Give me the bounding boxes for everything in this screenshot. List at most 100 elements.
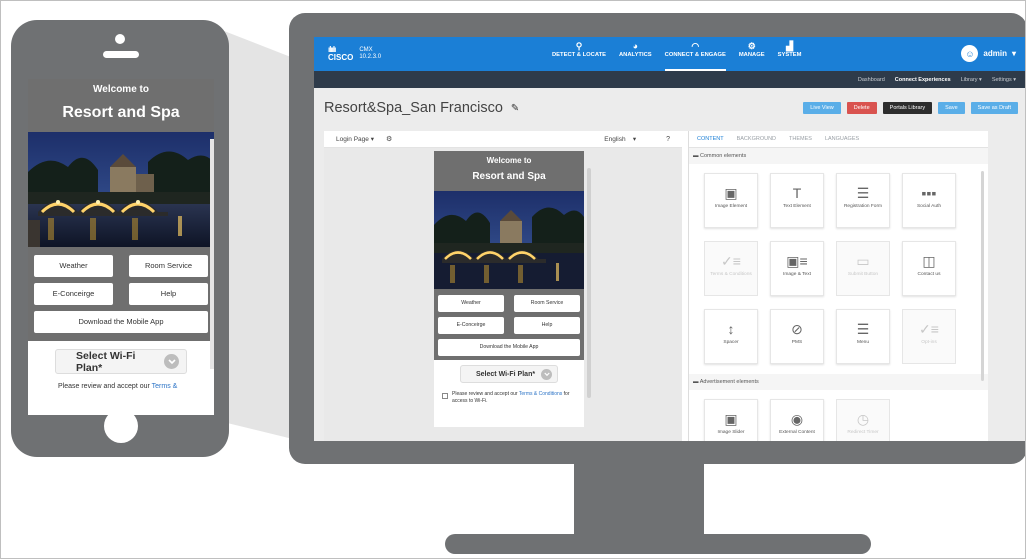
tab-background[interactable]: BACKGROUND xyxy=(737,136,776,142)
monitor-screen: ılıılı CISCO CMX 10.2.3.0 ⚲ DETECT & LOCA… xyxy=(314,37,1025,441)
element-tile-social-auth[interactable]: ▪▪▪ Social Auth xyxy=(902,173,956,228)
element-tile-terms-conditions[interactable]: ✓≡ Terms & Conditions xyxy=(704,241,758,296)
preview-terms-text: Please review and accept our Terms & Con… xyxy=(452,391,584,405)
preview-wifi-plan-label: Select Wi-Fi Plan* xyxy=(476,370,536,378)
portals-library-button[interactable]: Portals Library xyxy=(882,102,933,114)
tab-themes[interactable]: THEMES xyxy=(789,136,812,142)
preview-help-button[interactable]: Help xyxy=(514,317,580,334)
preview-canvas: Welcome to Resort and Spa Weather Room S… xyxy=(324,148,682,441)
element-tile-contact-us[interactable]: ◫ Contact us xyxy=(902,241,956,296)
weather-button[interactable]: Weather xyxy=(34,255,113,277)
nav-manage[interactable]: ⚙ MANAGE xyxy=(739,37,765,71)
element-tile-menu[interactable]: ☰ Menu xyxy=(836,309,890,364)
save-draft-button[interactable]: Save as Draft xyxy=(970,102,1018,114)
help-button[interactable]: Help xyxy=(129,283,208,305)
subnav-library[interactable]: Library ▾ xyxy=(961,77,982,83)
element-tile-redirect-timer[interactable]: ◷ Redirect Timer xyxy=(836,399,890,441)
product-name: CMX xyxy=(359,47,373,53)
phone-device: Welcome to Resort and Spa Weather Room S… xyxy=(11,20,229,457)
title-bar: Resort&Spa_San Francisco ✎ Live View Del… xyxy=(314,88,1025,128)
preview-button-panel: Weather Room Service E-Conceirge Help Do… xyxy=(434,289,584,360)
element-tile-opt-ins[interactable]: ✓≡ Opt-ins xyxy=(902,309,956,364)
elements-scrollbar[interactable] xyxy=(981,171,984,381)
nav-system[interactable]: ▟ SYSTEM xyxy=(778,37,802,71)
terms-link[interactable]: Terms & Conditions xyxy=(519,391,562,397)
preview-download-button[interactable]: Download the Mobile App xyxy=(438,339,580,356)
preview-concierge-button[interactable]: E-Conceirge xyxy=(438,317,504,334)
nav-label: CONNECT & ENGAGE xyxy=(664,52,726,58)
page-select[interactable]: Login Page ▾ xyxy=(336,135,374,143)
element-tile-text-element[interactable]: T Text Element xyxy=(770,173,824,228)
sub-nav: Dashboard Connect Experiences Library ▾ … xyxy=(314,71,1025,88)
element-tile-spacer[interactable]: ↕ Spacer xyxy=(704,309,758,364)
editor-workspace: Login Page ▾ ⚙ English ▾ ? Welcome to Re… xyxy=(324,131,988,441)
monitor-stand-neck xyxy=(574,463,704,534)
tile-label: Text Element xyxy=(783,204,811,209)
element-tile-image-element[interactable]: ▣ Image Element xyxy=(704,173,758,228)
gear-icon[interactable]: ⚙ xyxy=(386,135,392,143)
section-label: Advertisement elements xyxy=(699,379,759,385)
pencil-icon[interactable]: ✎ xyxy=(511,103,519,114)
language-select[interactable]: English ▾ xyxy=(604,135,636,143)
tile-label: Spacer xyxy=(723,340,739,345)
wifi-plan-select[interactable]: Select Wi-Fi Plan* xyxy=(55,349,187,374)
ad-elements-grid: ▣ Image Slider ◉ External Content ◷ Redirect … xyxy=(689,390,988,441)
preview-room-service-button[interactable]: Room Service xyxy=(514,295,580,312)
live-view-button[interactable]: Live View xyxy=(803,102,841,114)
terms-conditions-icon: ✓≡ xyxy=(721,253,741,269)
chevron-down-icon xyxy=(164,354,179,369)
nav-label: SYSTEM xyxy=(777,52,802,58)
preview-wifi-plan-select[interactable]: Select Wi-Fi Plan* xyxy=(460,365,558,383)
tab-languages[interactable]: LANGUAGES xyxy=(825,136,859,142)
concierge-button[interactable]: E-Conceirge xyxy=(34,283,113,305)
welcome-text: Welcome to xyxy=(93,84,149,95)
element-tile-registration-form[interactable]: ☰ Registration Form xyxy=(836,173,890,228)
home-button xyxy=(104,409,138,443)
phone-scrollbar[interactable] xyxy=(210,139,214,369)
help-icon[interactable]: ? xyxy=(666,136,670,143)
elements-pane: CONTENT BACKGROUND THEMES LANGUAGES ▬ Co… xyxy=(688,131,988,441)
terms-link[interactable]: Terms & xyxy=(152,383,178,390)
tile-label: Registration Form xyxy=(843,204,883,209)
preview-terms: Please review and accept our Terms & Con… xyxy=(442,391,584,405)
subnav-dashboard[interactable]: Dashboard xyxy=(858,77,885,83)
nav-connect-engage[interactable]: ◠ CONNECT & ENGAGE xyxy=(664,37,726,71)
section-label: Common elements xyxy=(700,153,747,159)
element-tile-pms[interactable]: ⊘ PMS xyxy=(770,309,824,364)
element-tile-submit-button[interactable]: ▭ Submit Button xyxy=(836,241,890,296)
pms-icon: ⊘ xyxy=(791,321,803,337)
common-elements-header[interactable]: ▬ Common elements xyxy=(689,148,988,164)
tile-label: Opt-ins xyxy=(921,340,937,345)
tile-label: Terms & Conditions xyxy=(710,272,752,277)
delete-button[interactable]: Delete xyxy=(846,102,877,114)
nav-analytics[interactable]: ◕ ANALYTICS xyxy=(619,37,652,71)
room-service-button[interactable]: Room Service xyxy=(129,255,208,277)
nav-label: MANAGE xyxy=(738,52,765,58)
terms-checkbox[interactable] xyxy=(442,393,448,399)
subnav-settings[interactable]: Settings ▾ xyxy=(992,77,1016,83)
ad-elements-header[interactable]: ▬ Advertisement elements xyxy=(689,374,988,390)
tile-label: Social Auth xyxy=(916,204,941,209)
phone-button-panel: Weather Room Service E-Conceirge Help Do… xyxy=(28,247,214,341)
tile-label: Image Slider xyxy=(717,430,745,435)
tab-content[interactable]: CONTENT xyxy=(697,136,724,142)
preview-weather-button[interactable]: Weather xyxy=(438,295,504,312)
language-label: English xyxy=(604,136,626,143)
preview-header: Welcome to Resort and Spa xyxy=(434,151,584,191)
cisco-logo: ılıılı CISCO CMX 10.2.3.0 xyxy=(328,46,381,62)
text-element-icon: T xyxy=(792,185,802,201)
element-tile-image-text[interactable]: ▣≡ Image & Text xyxy=(770,241,824,296)
element-tile-image-slider[interactable]: ▣ Image Slider xyxy=(704,399,758,441)
element-tile-external-content[interactable]: ◉ External Content xyxy=(770,399,824,441)
download-app-button[interactable]: Download the Mobile App xyxy=(34,311,208,333)
tile-label: Image Element xyxy=(714,204,748,209)
preview-toolbar: Login Page ▾ ⚙ English ▾ ? xyxy=(324,131,682,148)
tile-label: Contact us xyxy=(917,272,941,277)
nav-detect-locate[interactable]: ⚲ DETECT & LOCATE xyxy=(552,37,606,71)
user-menu[interactable]: ☺ admin ▾ xyxy=(961,45,1016,62)
save-button[interactable]: Save xyxy=(938,102,965,114)
subnav-connect-experiences[interactable]: Connect Experiences xyxy=(895,77,951,83)
phone-header: Welcome to Resort and Spa xyxy=(28,79,214,132)
preview-scrollbar[interactable] xyxy=(587,168,591,398)
page-title: Resort&Spa_San Francisco xyxy=(324,100,503,116)
